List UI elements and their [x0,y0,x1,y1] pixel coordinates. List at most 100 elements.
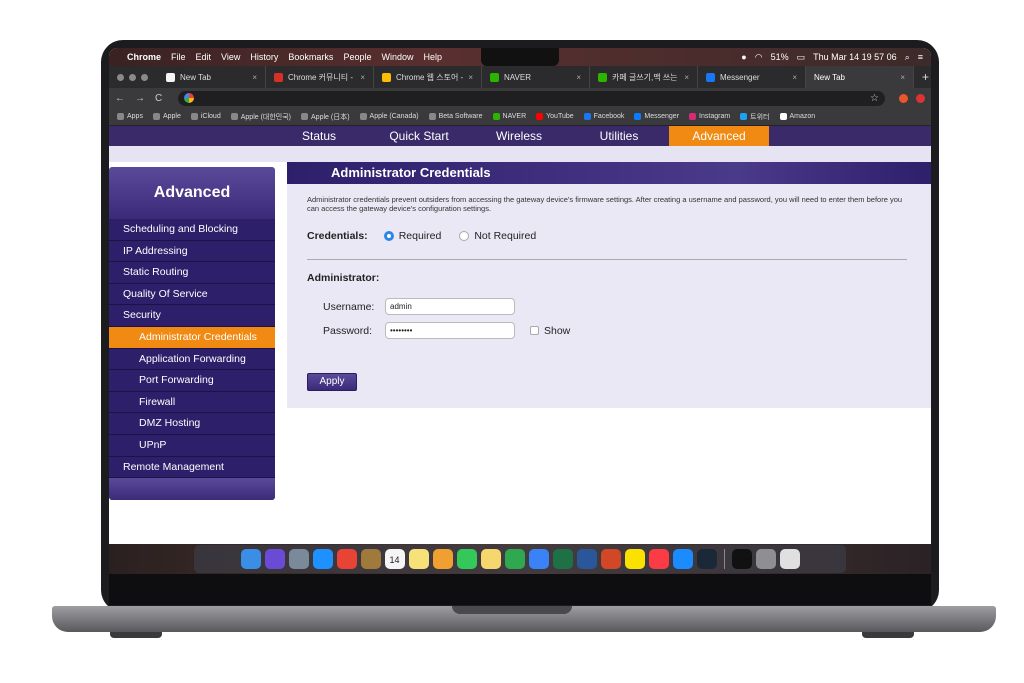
close-tab-icon[interactable]: × [576,73,581,82]
steam-icon[interactable] [696,549,717,569]
back-icon[interactable]: ← [115,93,125,104]
nav-utilities[interactable]: Utilities [569,126,669,146]
menu-history[interactable]: History [250,52,278,62]
launchpad-icon[interactable] [288,549,309,569]
minimize-window-button[interactable] [129,73,136,81]
bookmark-youtube[interactable]: YouTube [536,113,574,120]
close-tab-icon[interactable]: × [360,73,365,82]
nav-status[interactable]: Status [269,126,369,146]
tab-messenger[interactable]: Messenger × [698,66,806,88]
show-password-checkbox[interactable] [530,326,539,335]
menu-window[interactable]: Window [381,52,413,62]
messages-icon[interactable] [456,549,477,569]
menu-bookmarks[interactable]: Bookmarks [288,52,333,62]
pages-pad-icon[interactable] [480,549,501,569]
close-window-button[interactable] [117,73,124,81]
nav-advanced[interactable]: Advanced [669,126,769,146]
bookmark-star-icon[interactable]: ☆ [870,93,879,104]
bookmark-messenger[interactable]: Messenger [634,113,679,120]
tab-chrome-community[interactable]: Chrome 커뮤니티 - 'N × [266,66,374,88]
keynote-icon[interactable] [528,549,549,569]
terminal-icon[interactable] [731,549,752,569]
reload-icon[interactable]: C [155,93,162,104]
password-input[interactable]: •••••••• [385,322,515,339]
word-icon[interactable] [576,549,597,569]
safari-icon[interactable] [312,549,333,569]
address-bar[interactable]: ☆ [178,90,885,106]
system-preferences-icon[interactable] [755,549,776,569]
sidebar-item-firewall[interactable]: Firewall [109,391,275,414]
battery-percent[interactable]: 51% [771,52,789,62]
close-tab-icon[interactable]: × [684,73,689,82]
finder-icon[interactable] [240,549,261,569]
calendar-icon[interactable]: 14 [384,549,405,569]
chat-icon[interactable]: ● [741,52,746,62]
bookmark-facebook[interactable]: Facebook [583,113,624,120]
maximize-window-button[interactable] [141,73,148,81]
tab-new-tab-active[interactable]: New Tab × [806,66,914,88]
spotlight-icon[interactable]: ⌕ [905,52,910,63]
sidebar-item-static-routing[interactable]: Static Routing [109,262,275,284]
nav-wireless[interactable]: Wireless [469,126,569,146]
username-input[interactable]: admin [385,298,515,315]
sidebar-item-admin-credentials[interactable]: Administrator Credentials [109,326,275,349]
menu-edit[interactable]: Edit [196,52,212,62]
bookmark-amazon[interactable]: Amazon [779,113,815,120]
new-tab-button[interactable]: + [922,70,929,84]
menu-people[interactable]: People [343,52,371,62]
close-tab-icon[interactable]: × [900,73,905,82]
kakaotalk-icon[interactable] [624,549,645,569]
menu-app-name[interactable]: Chrome [127,52,161,62]
siri-icon[interactable] [264,549,285,569]
radio-not-required[interactable]: Not Required [459,230,536,242]
bookmark-beta-software[interactable]: Beta Software [428,113,483,120]
extension-icon[interactable] [916,93,925,103]
app-store-icon[interactable] [672,549,693,569]
sidebar-item-application-forwarding[interactable]: Application Forwarding [109,348,275,371]
bookmark-apple[interactable]: Apple [152,113,181,120]
tab-cafe[interactable]: 카페 글쓰기,맥 쓰는 사람× [590,66,698,88]
bookmark-apple-japan[interactable]: Apple (日本) [301,112,350,122]
menu-extras-icon[interactable]: ≡ [918,52,923,62]
close-tab-icon[interactable]: × [468,73,473,82]
preview-icon[interactable] [779,549,800,569]
sidebar-item-scheduling[interactable]: Scheduling and Blocking [109,219,275,241]
sidebar-item-qos[interactable]: Quality Of Service [109,283,275,306]
bookmark-instagram[interactable]: Instagram [689,113,730,120]
radio-required[interactable]: Required [383,230,441,242]
forward-icon[interactable]: → [135,93,145,104]
notes-icon[interactable] [408,549,429,569]
bookmark-icloud[interactable]: iCloud [190,113,221,120]
extension-icon[interactable] [899,93,908,103]
menu-view[interactable]: View [221,52,240,62]
bookmark-twitter[interactable]: 트위터 [740,112,770,122]
bookmark-apps[interactable]: Apps [117,113,143,120]
wifi-icon[interactable]: ◠ [755,52,763,63]
sidebar-item-ip-addressing[interactable]: IP Addressing [109,240,275,263]
tab-chrome-web-store[interactable]: Chrome 웹 스토어 - In× [374,66,482,88]
excel-icon[interactable] [552,549,573,569]
photos-icon[interactable] [432,549,453,569]
sidebar-item-upnp[interactable]: UPnP [109,434,275,457]
chrome-icon[interactable] [336,549,357,569]
sidebar-item-security[interactable]: Security [109,305,275,327]
menu-help[interactable]: Help [423,52,442,62]
nav-quick-start[interactable]: Quick Start [369,126,469,146]
sidebar-item-remote-management[interactable]: Remote Management [109,456,275,479]
apply-button[interactable]: Apply [307,373,357,391]
menu-file[interactable]: File [171,52,186,62]
bookmark-apple-korea[interactable]: Apple (대한민국) [230,112,291,122]
sidebar-item-port-forwarding[interactable]: Port Forwarding [109,370,275,392]
notes-book-icon[interactable] [360,549,381,569]
radio-checked-icon[interactable] [383,231,394,241]
numbers-icon[interactable] [504,549,525,569]
bookmark-naver[interactable]: NAVER [492,113,526,120]
close-tab-icon[interactable]: × [252,73,257,82]
radio-unchecked-icon[interactable] [459,231,470,241]
close-tab-icon[interactable]: × [792,73,797,82]
tab-naver[interactable]: NAVER × [482,66,590,88]
music-icon[interactable] [648,549,669,569]
sidebar-item-dmz-hosting[interactable]: DMZ Hosting [109,413,275,435]
datetime[interactable]: Thu Mar 14 19 57 06 [813,52,897,62]
battery-icon[interactable]: ▭ [797,52,806,63]
